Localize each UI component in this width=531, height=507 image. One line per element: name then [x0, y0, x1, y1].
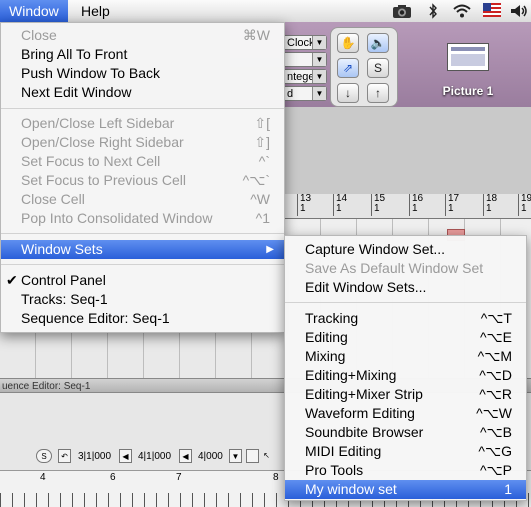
cursor-plus-icon[interactable]: ⇗	[337, 58, 359, 78]
menu-item-close[interactable]: Close ⌘W	[1, 26, 284, 45]
menu-bar: Window Help	[0, 0, 531, 23]
menubar-window[interactable]: Window	[0, 0, 68, 22]
volume-icon[interactable]	[509, 3, 529, 19]
window-sets-submenu: Capture Window Set... Save As Default Wi…	[284, 235, 527, 501]
s-button-icon[interactable]: S	[367, 58, 389, 78]
picture-thumbnail[interactable]	[447, 43, 489, 71]
menubar-help[interactable]: Help	[72, 0, 119, 22]
menu-item-capture-window-set[interactable]: Capture Window Set...	[285, 240, 526, 259]
menu-item-open-close-right-sidebar[interactable]: Open/Close Right Sidebar ⇧]	[1, 133, 284, 152]
menu-item-focus-previous-cell[interactable]: Set Focus to Previous Cell ^⌥`	[1, 171, 284, 190]
timeline-ruler[interactable]: 13 1 14 1 15 1 16 1 17 1 18 1 19 1	[285, 194, 531, 219]
menu-item-edit-window-sets[interactable]: Edit Window Sets...	[285, 278, 526, 297]
dropdown-2[interactable]: ▼	[282, 52, 327, 67]
desktop-picture-label[interactable]: Picture 1	[428, 84, 508, 98]
ruler-mark: 16 1	[409, 194, 423, 216]
down-arrow-icon[interactable]: ↓	[337, 83, 359, 103]
menu-item-bring-all-to-front[interactable]: Bring All To Front	[1, 45, 284, 64]
ruler-label: 7	[176, 472, 182, 483]
menu-item-mixing[interactable]: Mixing ^⌥M	[285, 347, 526, 366]
menu-item-editing-mixing[interactable]: Editing+Mixing ^⌥D	[285, 366, 526, 385]
left-arrow-icon[interactable]: ◀	[179, 449, 192, 463]
integer-dropdown[interactable]: nteger ▼	[282, 69, 327, 84]
position-field-3[interactable]: 4|000	[198, 449, 223, 465]
menu-item-sequence-editor[interactable]: Sequence Editor: Seq-1	[1, 309, 284, 328]
menu-item-save-as-default-window-set[interactable]: Save As Default Window Set	[285, 259, 526, 278]
rewind-icon[interactable]: ↶	[58, 449, 71, 463]
pointer-icon[interactable]: ↖	[260, 449, 273, 463]
tracks-grid-left[interactable]	[0, 330, 285, 380]
ruler-mark: 19 1	[518, 194, 531, 216]
menu-item-push-window-to-back[interactable]: Push Window To Back	[1, 64, 284, 83]
menu-item-soundbite-browser[interactable]: Soundbite Browser ^⌥B	[285, 423, 526, 442]
menu-item-my-window-set[interactable]: My window set 1	[285, 480, 526, 499]
ruler-mark: 17 1	[445, 194, 459, 216]
ruler-mark: 15 1	[371, 194, 385, 216]
window-menu: Close ⌘W Bring All To Front Push Window T…	[0, 22, 285, 333]
clock-dropdown[interactable]: Clock ▼	[282, 35, 327, 50]
hand-tool-icon[interactable]: ✋	[337, 33, 359, 53]
s-toggle-button[interactable]: S	[36, 449, 52, 463]
transport-bar: S ↶ 3|1|000 ◀ 4|1|000 ◀ 4|000 ▼ ↖	[36, 448, 278, 466]
ruler-mark: 13 1	[297, 194, 311, 216]
position-field-2[interactable]: 4|1|000	[138, 449, 171, 465]
up-arrow-icon[interactable]: ↑	[367, 83, 389, 103]
menu-item-tracking[interactable]: Tracking ^⌥T	[285, 309, 526, 328]
ruler-label: 8	[273, 472, 279, 483]
menu-item-next-edit-window[interactable]: Next Edit Window	[1, 83, 284, 102]
checkbox-icon[interactable]	[246, 449, 259, 463]
menu-item-close-cell[interactable]: Close Cell ^W	[1, 190, 284, 209]
menu-separator	[1, 233, 284, 234]
menu-item-control-panel[interactable]: ✔ Control Panel	[1, 271, 284, 290]
menu-separator	[285, 302, 526, 303]
menu-separator	[1, 264, 284, 265]
wifi-icon[interactable]	[452, 3, 472, 19]
menu-item-open-close-left-sidebar[interactable]: Open/Close Left Sidebar ⇧[	[1, 114, 284, 133]
menu-separator	[1, 108, 284, 109]
menu-item-window-sets[interactable]: Window Sets ▶	[1, 240, 284, 259]
menu-item-editing-mixer-strip[interactable]: Editing+Mixer Strip ^⌥R	[285, 385, 526, 404]
us-flag-icon[interactable]	[483, 3, 501, 19]
down-arrow-icon[interactable]: ▼	[229, 449, 242, 463]
submenu-arrow-icon: ▶	[266, 244, 274, 255]
menu-item-editing[interactable]: Editing ^⌥E	[285, 328, 526, 347]
menu-item-midi-editing[interactable]: MIDI Editing ^⌥G	[285, 442, 526, 461]
left-arrow-icon[interactable]: ◀	[119, 449, 132, 463]
ruler-label: 4	[40, 472, 46, 483]
checkmark-icon: ✔	[6, 272, 18, 288]
menu-item-pop-into-consolidated-window[interactable]: Pop Into Consolidated Window ^1	[1, 209, 284, 228]
ruler-mark: 14 1	[333, 194, 347, 216]
dropdown-4[interactable]: d ▼	[282, 86, 327, 101]
bluetooth-icon[interactable]	[428, 3, 438, 19]
menu-item-waveform-editing[interactable]: Waveform Editing ^⌥W	[285, 404, 526, 423]
menu-item-pro-tools[interactable]: Pro Tools ^⌥P	[285, 461, 526, 480]
position-field-1[interactable]: 3|1|000	[78, 449, 111, 465]
ruler-mark: 18 1	[483, 194, 497, 216]
speaker-icon[interactable]: 🔈	[367, 33, 389, 53]
control-panel-buttons: ✋ 🔈 ⇗ S ↓ ↑	[330, 27, 398, 107]
menu-item-focus-next-cell[interactable]: Set Focus to Next Cell ^`	[1, 152, 284, 171]
menu-item-tracks[interactable]: Tracks: Seq-1	[1, 290, 284, 309]
ruler-label: 6	[110, 472, 116, 483]
camera-icon[interactable]	[392, 3, 412, 19]
